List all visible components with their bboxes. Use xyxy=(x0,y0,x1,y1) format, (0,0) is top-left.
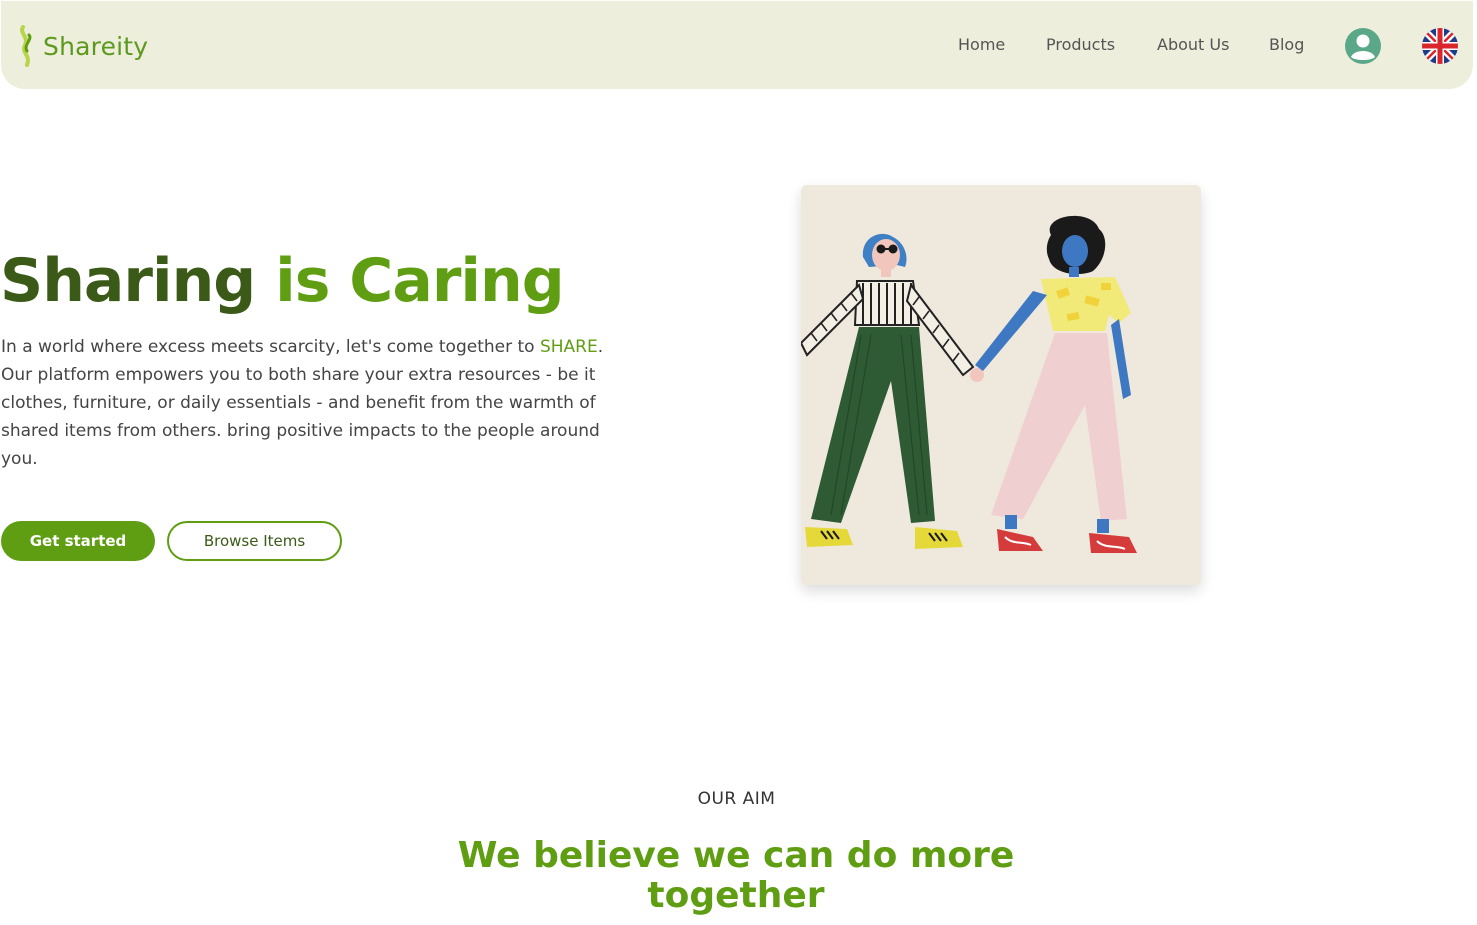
hero-title-part2: is Caring xyxy=(275,246,565,316)
user-avatar-icon xyxy=(1345,28,1381,64)
two-people-holding-hands-illustration xyxy=(801,215,1137,553)
brand-logo-link[interactable]: Shareity xyxy=(17,25,148,67)
language-switcher[interactable] xyxy=(1421,27,1459,65)
top-navbar: Shareity Home Products About Us Blog xyxy=(1,1,1473,89)
aim-label: OUR AIM xyxy=(697,789,776,809)
nav-products[interactable]: Products xyxy=(1046,35,1115,54)
nav-home[interactable]: Home xyxy=(958,35,1005,54)
aim-heading: We believe we can do more together xyxy=(457,835,1015,916)
hero-description: In a world where excess meets scarcity, … xyxy=(1,333,631,473)
nav-about-us[interactable]: About Us xyxy=(1157,35,1229,54)
nav-blog[interactable]: Blog xyxy=(1269,35,1304,54)
user-avatar-button[interactable] xyxy=(1344,27,1382,65)
uk-flag-icon xyxy=(1422,28,1458,64)
leaf-chain-logo-icon xyxy=(20,25,32,67)
brand-name: Shareity xyxy=(43,31,149,61)
hero-desc-before: In a world where excess meets scarcity, … xyxy=(1,337,540,357)
hero-title-part1: Sharing xyxy=(0,246,256,316)
browse-items-button[interactable]: Browse Items xyxy=(167,521,342,561)
hero-title: Sharing is Caring xyxy=(0,246,565,316)
hero-desc-highlight: SHARE xyxy=(539,337,598,357)
hero-illustration xyxy=(801,185,1201,585)
get-started-button[interactable]: Get started xyxy=(1,521,155,561)
